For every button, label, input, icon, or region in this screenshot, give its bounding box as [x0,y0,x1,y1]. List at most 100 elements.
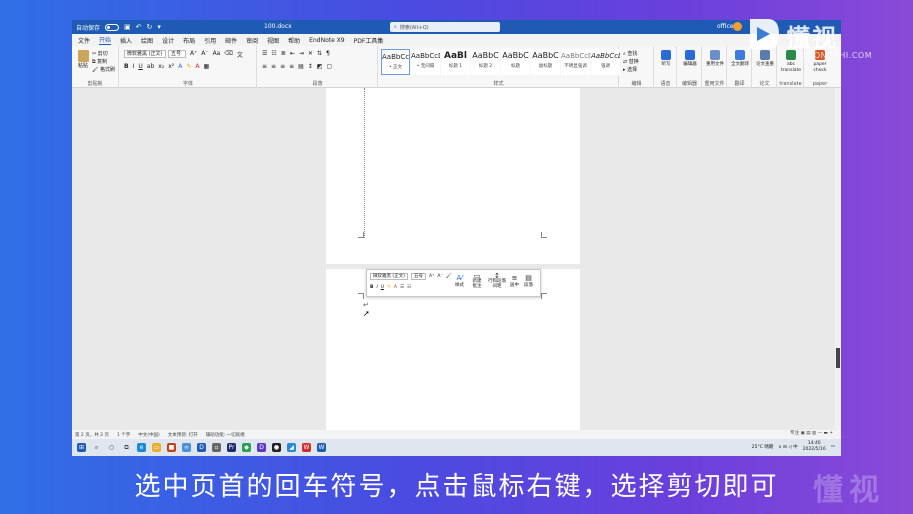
tab-home[interactable]: 开始 [99,35,112,45]
focus-mode[interactable]: 专注 [790,431,799,436]
line-spacing-icon[interactable]: ↕ [308,63,313,70]
bold-icon[interactable]: B [370,285,373,290]
char-shading-icon[interactable]: ▦ [203,63,209,70]
reuse-files-button[interactable]: 重用文件 [704,50,726,68]
autosave-toggle[interactable] [105,23,120,31]
tab-insert[interactable]: 插入 [120,36,132,45]
scrollbar-thumb[interactable] [836,348,840,368]
align-right-icon[interactable]: ≡ [280,63,285,70]
align-center-icon[interactable]: ≡ [271,63,276,70]
tab-design[interactable]: 设计 [162,36,174,45]
distributed-icon[interactable]: ▤ [298,63,304,70]
decrease-indent-icon[interactable]: ⇤ [290,50,295,57]
style-title[interactable]: AaBbC 标题 [501,49,530,75]
paragraph-mark-icon[interactable]: ↵ [363,301,369,309]
accessibility-status[interactable]: 辅助功能: 一切就绪 [206,432,245,438]
italic-icon[interactable]: I [376,285,377,290]
multilevel-list-icon[interactable]: ≣ [281,50,286,57]
style-heading-2[interactable]: AaBbC 标题 2 [471,49,500,75]
tab-endnote[interactable]: EndNote X9 [309,37,344,44]
grow-font-icon[interactable]: A⁺ [429,274,434,279]
app-icon[interactable]: ◢ [287,443,296,452]
change-case-icon[interactable]: Aa [213,50,221,59]
format-painter-icon[interactable]: 🖌 [446,274,452,279]
dictate-button[interactable]: 听写 [655,50,677,68]
font-size-field[interactable]: 五号 [168,50,186,58]
select-button[interactable]: ▸ 选择 [623,66,637,73]
language[interactable]: 中文(中国) [138,432,160,438]
full-translate-button[interactable]: 全文翻译 [729,50,751,68]
document-page-1[interactable] [326,88,580,264]
mini-styles-button[interactable]: A⁄ 样式 [455,274,464,288]
tab-help[interactable]: 帮助 [288,36,300,45]
font-name-field[interactable]: 微软雅黑 (正文) [124,50,166,58]
document-area[interactable]: 微软雅黑 (正文) 五号 A⁺ A⁻ 🖌 B I U ✎ A ☰ ☷ A⁄ 样式 … [72,88,841,430]
weather[interactable]: 25°C 晴朗 [752,444,774,450]
tab-references[interactable]: 引用 [204,36,216,45]
style-heading-1[interactable]: AaBl 标题 1 [441,49,470,75]
replace-button[interactable]: ⇄ 替换 [623,58,639,65]
app-icon[interactable]: ◆ [242,443,251,452]
font-color-icon[interactable]: A [195,63,199,70]
tab-draw[interactable]: 绘图 [141,36,153,45]
shrink-font-icon[interactable]: A⁻ [201,50,208,59]
align-left-icon[interactable]: ≡ [262,63,267,70]
document-page-2[interactable]: 微软雅黑 (正文) 五号 A⁺ A⁻ 🖌 B I U ✎ A ☰ ☷ A⁄ 样式 … [326,269,580,430]
center-button[interactable]: ≡ 居中 [510,274,519,288]
account-name[interactable]: office [717,23,733,30]
highlight-icon[interactable]: ✎ [186,63,191,70]
sort-icon[interactable]: ⇅ [317,50,322,57]
notification-icon[interactable]: ▭ [831,444,835,449]
task-view-icon[interactable]: ⧉ [122,443,131,452]
page-count[interactable]: 第 2 页，共 2 页 [75,432,109,438]
style-subtle-emphasis[interactable]: AaBbCcDi 不明显强调 [561,49,590,75]
subscript-icon[interactable]: x₂ [158,63,164,70]
word-icon[interactable]: W [317,443,326,452]
grow-font-icon[interactable]: A⁺ [190,50,197,59]
file-explorer-icon[interactable]: ▭ [152,443,161,452]
bold-icon[interactable]: B [124,63,129,70]
new-comment-button[interactable]: ▭ 新建批注 [471,273,483,290]
clear-format-icon[interactable]: ⌫ [224,50,232,59]
bullets-icon[interactable]: ☰ [262,50,267,57]
borders-icon[interactable]: ▢ [327,63,333,70]
show-marks-icon[interactable]: ¶ [326,50,330,57]
editor-button[interactable]: 编辑器 [679,50,701,68]
cortana-icon[interactable]: ○ [107,443,116,452]
premiere-icon[interactable]: Pr [227,443,236,452]
bullets-icon[interactable]: ☰ [400,285,404,290]
word-count[interactable]: 1 个字 [117,432,130,438]
line-spacing-button[interactable]: ↕ 行和段落间距 [487,273,507,290]
strikethrough-icon[interactable]: ab [147,63,155,70]
windows-start-icon[interactable]: ⊞ [77,443,86,452]
app-icon[interactable]: D [257,443,266,452]
save-icon[interactable]: ▣ [124,23,131,31]
justify-icon[interactable]: ≡ [289,63,294,70]
chinese-layout-icon[interactable]: ✕ [308,50,313,57]
shading-icon[interactable]: ◩ [317,63,323,70]
tab-file[interactable]: 文件 [78,36,90,45]
numbering-icon[interactable]: ☷ [271,50,276,57]
redo-icon[interactable]: ↻ [147,23,153,31]
undo-icon[interactable]: ↶ [136,23,142,31]
underline-icon[interactable]: U [381,285,384,290]
tab-view[interactable]: 视图 [267,36,279,45]
search-input[interactable]: ⌕ 搜索(Alt+Q) [390,22,500,32]
clock[interactable]: 14:40 2022/5/16 [803,441,826,452]
italic-icon[interactable]: I [133,63,135,70]
find-button[interactable]: ⌕ 查找 [623,50,637,57]
font-color-icon[interactable]: A [394,285,397,290]
tab-pdf-tools[interactable]: PDF工具集 [354,36,384,45]
app-icon[interactable]: ▫ [212,443,221,452]
avatar[interactable] [733,22,742,31]
tab-mailings[interactable]: 邮件 [225,36,237,45]
mini-size-field[interactable]: 五号 [410,273,426,280]
copy-button[interactable]: ⧉ 复制 [92,58,107,65]
customize-qat-icon[interactable]: ▾ [157,23,161,31]
document-title[interactable]: 100.docx [264,23,292,30]
app-icon[interactable]: ● [272,443,281,452]
highlight-icon[interactable]: ✎ [387,285,391,290]
text-prediction[interactable]: 文本预测: 打开 [168,432,198,438]
text-effects-icon[interactable]: A [178,63,182,70]
search-icon[interactable]: ⌕ [92,443,101,452]
